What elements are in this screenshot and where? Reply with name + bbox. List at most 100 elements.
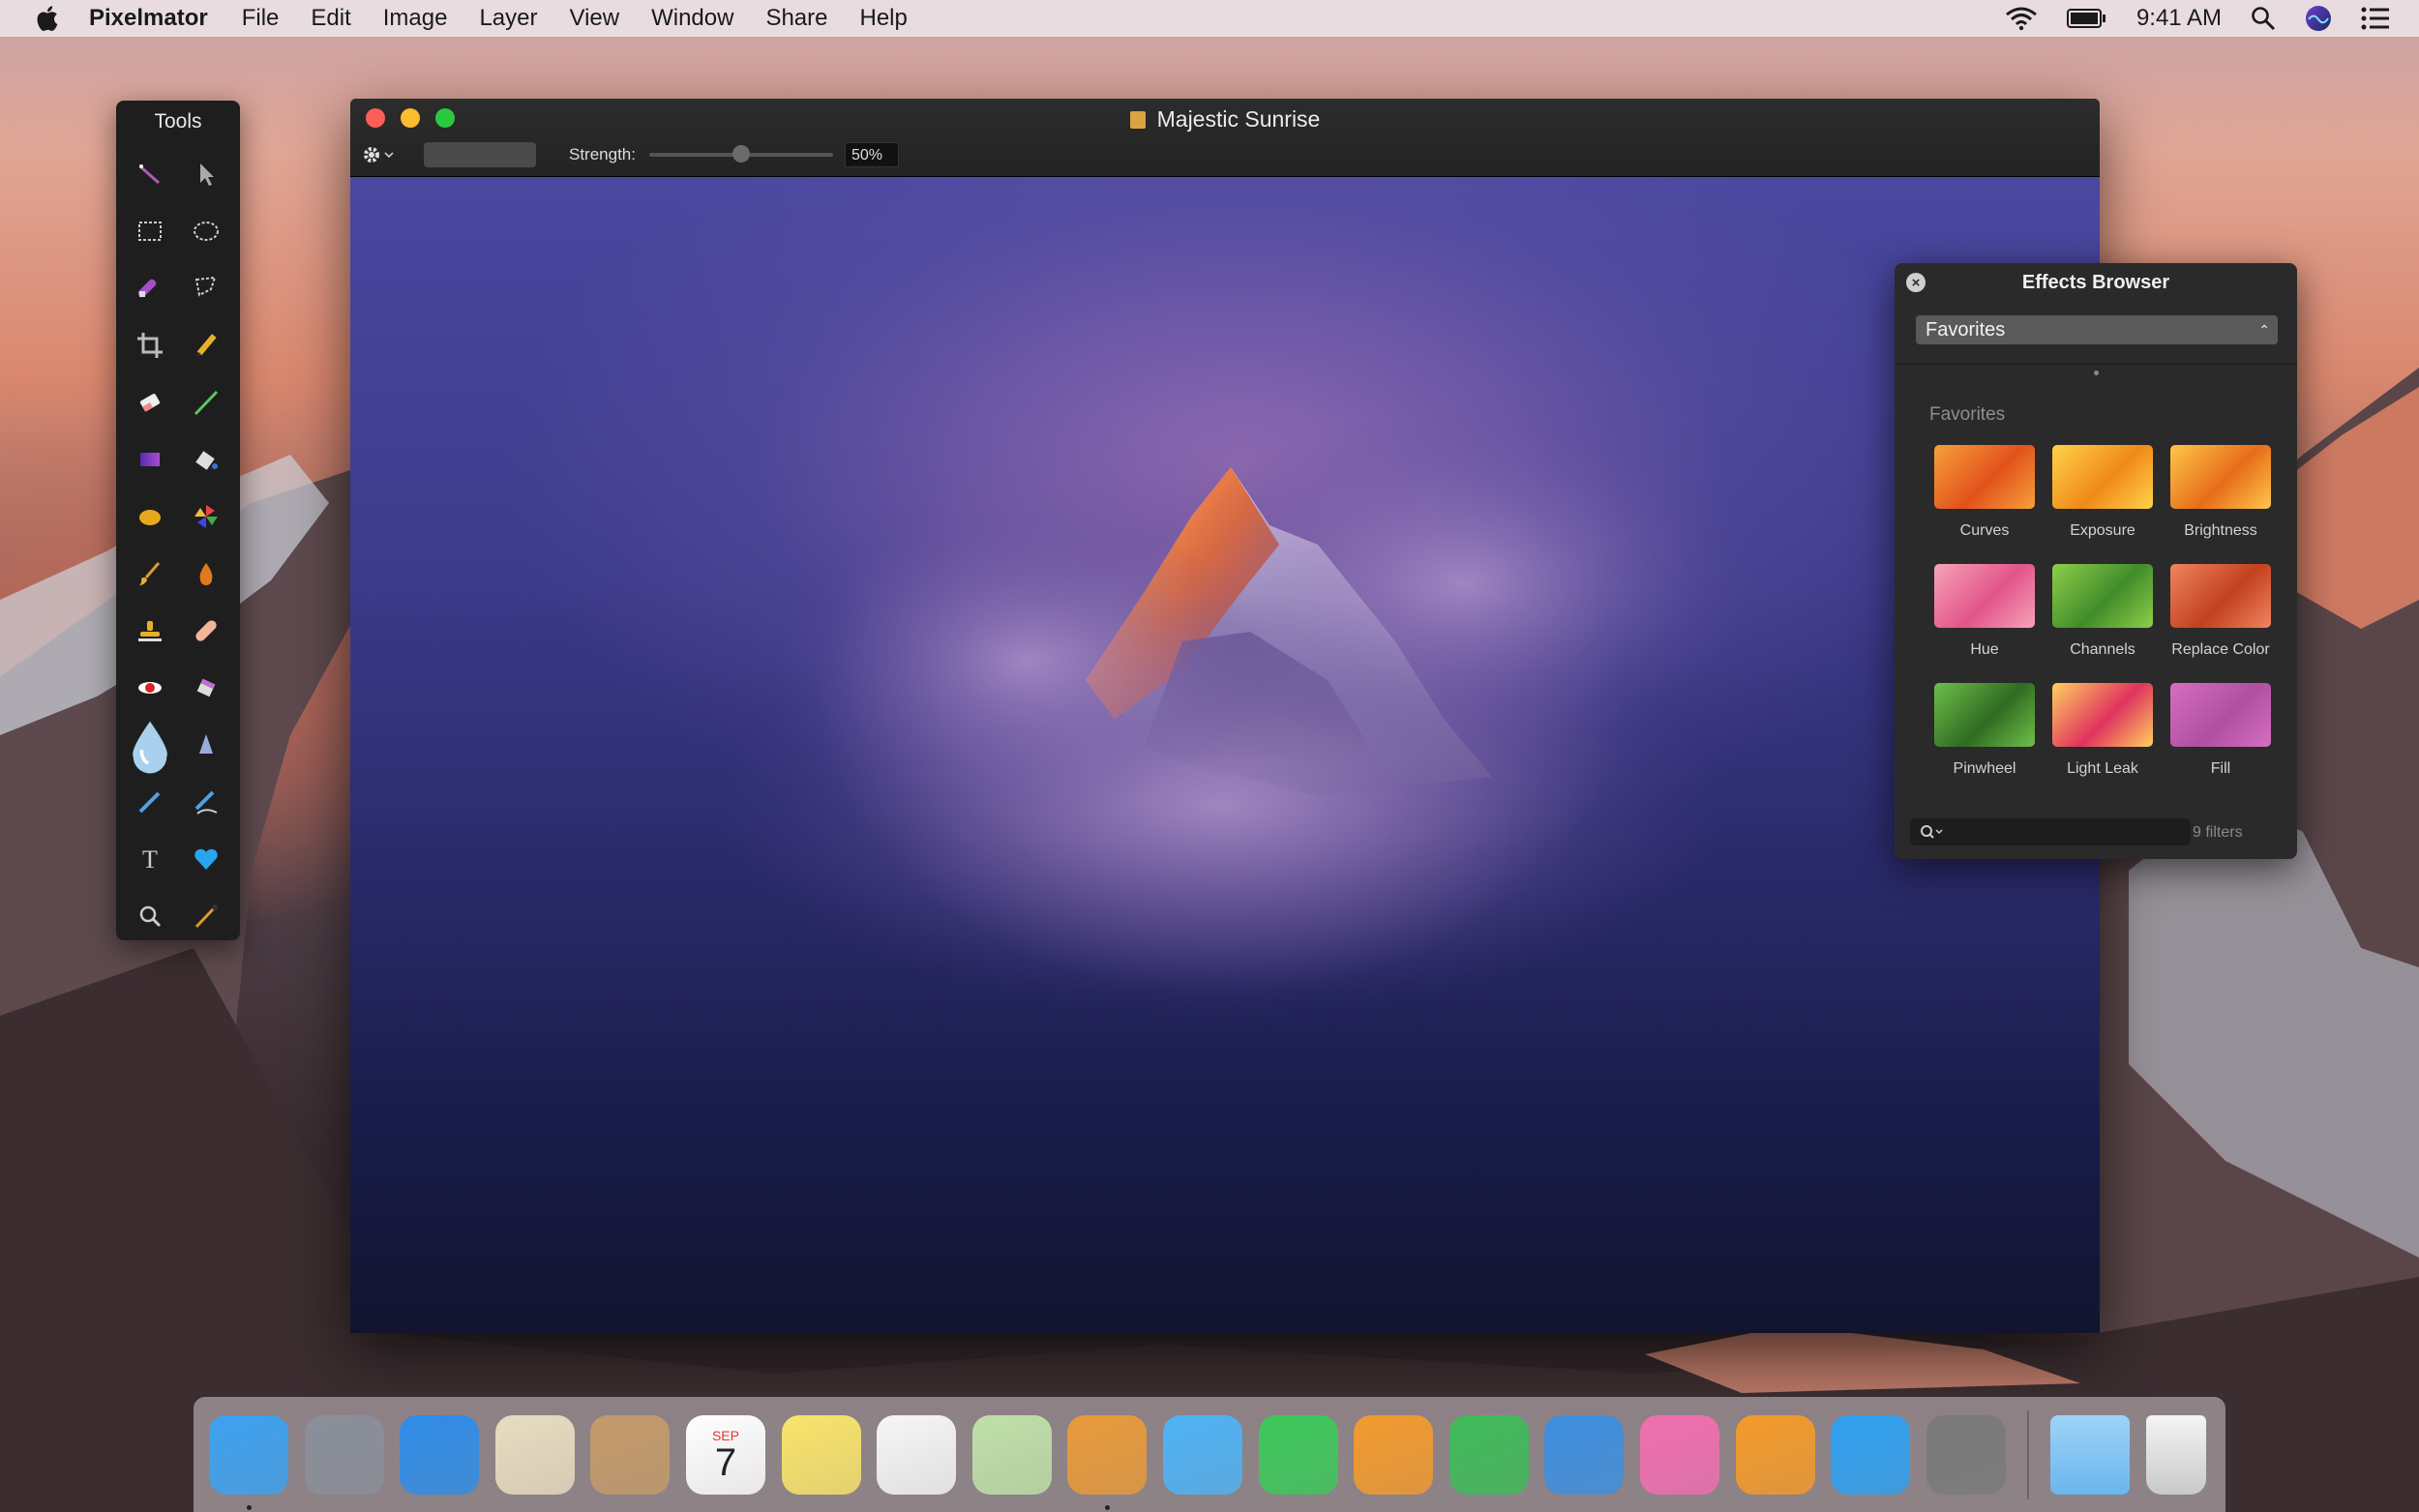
smudge-icon[interactable] bbox=[122, 545, 178, 602]
facetime-icon[interactable] bbox=[1258, 1414, 1338, 1495]
filter-thumbnail[interactable] bbox=[2052, 683, 2153, 747]
paint-bucket-icon[interactable] bbox=[178, 430, 234, 488]
magic-wand-icon[interactable] bbox=[122, 145, 178, 202]
trash-icon[interactable] bbox=[2145, 1414, 2206, 1495]
spotlight-icon[interactable] bbox=[2251, 6, 2276, 31]
numbers-icon[interactable] bbox=[1448, 1414, 1529, 1495]
menu-image[interactable]: Image bbox=[383, 5, 448, 32]
freeform-pen-icon[interactable] bbox=[178, 773, 234, 830]
document-window: Majestic Sunrise Strength: 50% bbox=[350, 99, 2100, 1333]
strength-slider-knob[interactable] bbox=[732, 145, 750, 163]
pinwheel-icon[interactable] bbox=[178, 488, 234, 545]
calendar-day: 7 bbox=[714, 1440, 737, 1484]
pencil-icon[interactable] bbox=[178, 316, 234, 373]
filter-item[interactable]: Exposure bbox=[2044, 445, 2162, 564]
menu-share[interactable]: Share bbox=[765, 5, 827, 32]
wifi-icon[interactable] bbox=[2005, 6, 2038, 31]
close-icon[interactable]: × bbox=[1906, 273, 1926, 292]
gradient-icon[interactable] bbox=[122, 430, 178, 488]
ellipse-select-icon[interactable] bbox=[178, 202, 234, 259]
notification-center-icon[interactable] bbox=[2361, 7, 2390, 30]
water-drop-icon[interactable] bbox=[122, 716, 178, 773]
crop-icon[interactable] bbox=[122, 316, 178, 373]
type-icon[interactable]: T bbox=[122, 830, 178, 887]
app-menu[interactable]: Pixelmator bbox=[89, 5, 208, 32]
filter-thumbnail[interactable] bbox=[2052, 564, 2153, 628]
filter-thumbnail[interactable] bbox=[2170, 564, 2271, 628]
siri-icon[interactable] bbox=[2305, 5, 2332, 32]
filter-item[interactable]: Fill bbox=[2162, 683, 2280, 802]
filter-item[interactable]: Curves bbox=[1926, 445, 2044, 564]
filter-thumbnail[interactable] bbox=[1934, 445, 2035, 509]
pen-icon[interactable] bbox=[122, 773, 178, 830]
messages-icon[interactable] bbox=[1162, 1414, 1242, 1495]
filter-thumbnail[interactable] bbox=[2170, 445, 2271, 509]
running-indicator bbox=[1105, 1504, 1111, 1510]
color-fill-icon[interactable] bbox=[122, 488, 178, 545]
filter-thumbnail[interactable] bbox=[1934, 683, 2035, 747]
red-eye-icon[interactable] bbox=[122, 659, 178, 716]
filter-item[interactable]: Channels bbox=[2044, 564, 2162, 683]
strength-value-field[interactable]: 50% bbox=[845, 142, 899, 167]
lasso-icon[interactable] bbox=[178, 259, 234, 316]
section-label: Favorites bbox=[1929, 404, 2006, 425]
app-store-icon[interactable] bbox=[1831, 1414, 1911, 1495]
brush-line-icon[interactable] bbox=[178, 373, 234, 430]
preset-field[interactable] bbox=[424, 142, 536, 167]
filter-count: 9 filters bbox=[2193, 824, 2243, 841]
filter-item[interactable]: Replace Color bbox=[2162, 564, 2280, 683]
filter-thumbnail[interactable] bbox=[2170, 683, 2271, 747]
filter-label: Fill bbox=[2210, 760, 2231, 777]
filter-thumbnail[interactable] bbox=[2052, 445, 2153, 509]
apple-menu-icon[interactable] bbox=[33, 3, 64, 34]
strength-slider[interactable] bbox=[649, 145, 833, 163]
contacts-icon[interactable] bbox=[590, 1414, 671, 1495]
filter-thumbnail[interactable] bbox=[1934, 564, 2035, 628]
maps-icon[interactable] bbox=[971, 1414, 1052, 1495]
burn-drop-icon[interactable] bbox=[178, 545, 234, 602]
calendar-icon[interactable]: SEP 7 bbox=[685, 1414, 765, 1495]
menu-help[interactable]: Help bbox=[860, 5, 908, 32]
keynote-icon[interactable] bbox=[1544, 1414, 1625, 1495]
filter-item[interactable]: Light Leak bbox=[2044, 683, 2162, 802]
move-arrow-icon[interactable] bbox=[178, 145, 234, 202]
heart-shape-icon[interactable] bbox=[178, 830, 234, 887]
launchpad-icon[interactable] bbox=[304, 1414, 384, 1495]
rect-select-icon[interactable] bbox=[122, 202, 178, 259]
itunes-icon[interactable] bbox=[1639, 1414, 1719, 1495]
gear-icon[interactable] bbox=[362, 141, 395, 168]
safari-icon[interactable] bbox=[400, 1414, 480, 1495]
system-preferences-icon[interactable] bbox=[1926, 1414, 2006, 1495]
clock[interactable]: 9:41 AM bbox=[2136, 5, 2222, 32]
menu-layer[interactable]: Layer bbox=[479, 5, 537, 32]
zoom-icon[interactable] bbox=[122, 887, 178, 944]
filter-label: Replace Color bbox=[2171, 641, 2270, 658]
filter-item[interactable]: Pinwheel bbox=[1926, 683, 2044, 802]
quick-select-icon[interactable] bbox=[122, 259, 178, 316]
filter-item[interactable]: Hue bbox=[1926, 564, 2044, 683]
clone-stamp-icon[interactable] bbox=[122, 602, 178, 659]
pixelmator-icon[interactable] bbox=[1067, 1414, 1148, 1510]
menu-view[interactable]: View bbox=[570, 5, 620, 32]
menu-window[interactable]: Window bbox=[651, 5, 733, 32]
filter-item[interactable]: Brightness bbox=[2162, 445, 2280, 564]
menu-file[interactable]: File bbox=[242, 5, 280, 32]
finder-icon[interactable] bbox=[209, 1414, 288, 1510]
reminders-icon[interactable] bbox=[877, 1414, 957, 1495]
image-canvas[interactable] bbox=[350, 177, 2100, 1333]
category-select[interactable]: Favorites ⌃ bbox=[1916, 315, 2278, 344]
sponge-icon[interactable] bbox=[178, 659, 234, 716]
menu-edit[interactable]: Edit bbox=[311, 5, 350, 32]
sharpen-icon[interactable] bbox=[178, 716, 234, 773]
resize-handle[interactable] bbox=[2094, 371, 2099, 375]
mail-icon[interactable] bbox=[494, 1414, 575, 1495]
downloads-folder-icon[interactable] bbox=[2050, 1414, 2131, 1495]
healing-bandage-icon[interactable] bbox=[178, 602, 234, 659]
filter-search-input[interactable] bbox=[1910, 818, 2191, 845]
pages-icon[interactable] bbox=[1354, 1414, 1434, 1495]
eraser-icon[interactable] bbox=[122, 373, 178, 430]
battery-icon[interactable] bbox=[2066, 8, 2107, 29]
eyedropper-icon[interactable] bbox=[178, 887, 234, 944]
ibooks-icon[interactable] bbox=[1735, 1414, 1815, 1495]
notes-icon[interactable] bbox=[781, 1414, 861, 1495]
